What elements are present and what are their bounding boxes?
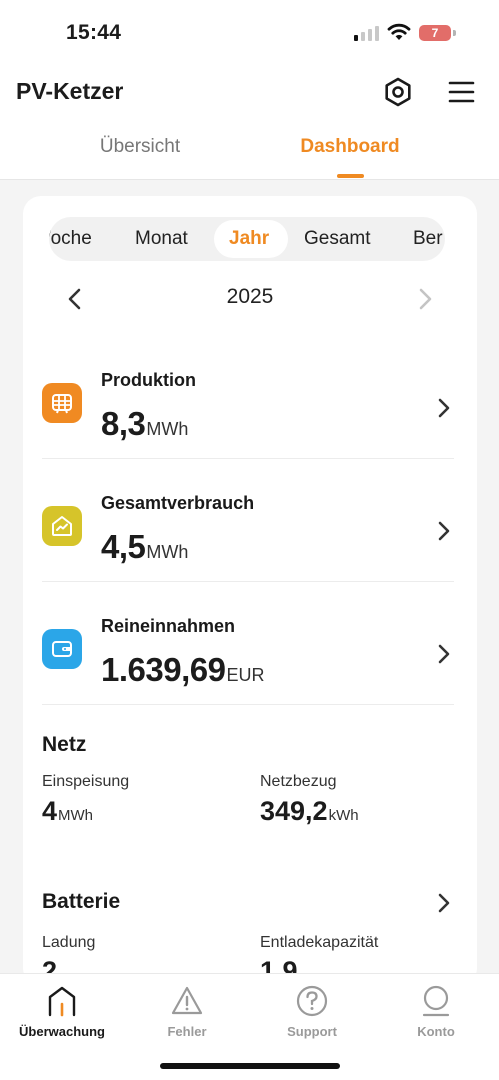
nav-label: Support [287,1024,337,1039]
wifi-icon [387,23,411,40]
year-label: 2025 [226,285,274,308]
solar-panel-icon [42,383,82,423]
warning-icon [171,986,203,1015]
period-total[interactable]: Gesamt [304,217,371,261]
account-icon [422,985,450,1017]
monitoring-house-icon [48,986,76,1017]
nav-errors[interactable]: Fehler [132,984,242,1039]
metric-consumption[interactable]: Gesamtverbrauch 4,5MWh [42,460,454,582]
metric-value: 4,5MWh [101,528,188,566]
metric-number: 1.639,69 [101,651,226,688]
nav-account[interactable]: Konto [381,984,491,1039]
period-selector: Woche Monat Jahr Gesamt Ber [49,217,445,261]
grid-draw-number: 349,2 [260,796,328,826]
battery-level: 7 [431,26,439,40]
grid-draw-value: 349,2kWh [260,796,359,827]
grid-draw-label: Netzbezug [260,773,337,790]
nav-support[interactable]: Support [257,984,367,1039]
app-title: PV-Ketzer [16,78,124,104]
settings-hex-icon[interactable] [382,76,414,108]
tab-dashboard[interactable]: Dashboard [250,136,450,158]
metric-label: Reineinnahmen [101,616,236,636]
chevron-right-icon[interactable] [413,285,437,313]
period-month[interactable]: Monat [135,217,188,261]
status-time: 15:44 [66,21,122,44]
grid-section-title: Netz [42,733,87,756]
period-year[interactable]: Jahr [229,217,269,261]
chevron-right-icon [438,644,450,664]
year-navigator: 2025 [23,279,477,319]
feed-in-number: 4 [42,796,58,826]
metric-value: 1.639,69EUR [101,651,264,689]
metric-net-income[interactable]: Reineinnahmen 1.639,69EUR [42,583,454,705]
metric-label: Produktion [101,370,196,390]
metric-label: Gesamtverbrauch [101,493,255,513]
wallet-icon [42,629,82,669]
charge-label: Ladung [42,934,96,951]
battery-icon: 7 [419,25,451,41]
feed-in-label: Einspeisung [42,773,130,790]
tab-active-indicator [337,174,364,178]
metric-unit: MWh [146,542,189,562]
discharge-label: Entladekapazität [260,934,379,951]
grid-draw-unit: kWh [328,807,359,824]
help-icon [296,985,328,1017]
metric-value: 8,3MWh [101,405,188,443]
chevron-right-icon[interactable] [434,890,454,916]
nav-label: Fehler [167,1024,207,1039]
app-header: PV-Ketzer Übersicht Dashboard [0,66,499,180]
metric-unit: EUR [226,665,265,685]
feed-in-value: 4MWh [42,796,93,827]
battery-section-title: Batterie [42,890,121,913]
period-week[interactable]: Woche [49,217,92,261]
status-bar: 15:44 7 [0,0,499,66]
cell-signal-icon [354,26,379,41]
metric-production[interactable]: Produktion 8,3MWh [42,337,454,459]
feed-in-unit: MWh [58,807,94,824]
consumption-house-icon [42,506,82,546]
metric-number: 4,5 [101,528,146,565]
dashboard-card: Woche Monat Jahr Gesamt Ber 2025 Produ [23,196,477,986]
home-indicator [160,1063,340,1069]
nav-monitoring[interactable]: Überwachung [7,984,117,1039]
metric-number: 8,3 [101,405,146,442]
chevron-right-icon [438,521,450,541]
menu-icon[interactable] [446,76,478,108]
tab-overview[interactable]: Übersicht [40,136,240,158]
metric-unit: MWh [146,419,189,439]
period-custom[interactable]: Ber [413,217,443,261]
chevron-right-icon [438,398,450,418]
nav-label: Überwachung [19,1024,105,1039]
nav-label: Konto [417,1024,455,1039]
